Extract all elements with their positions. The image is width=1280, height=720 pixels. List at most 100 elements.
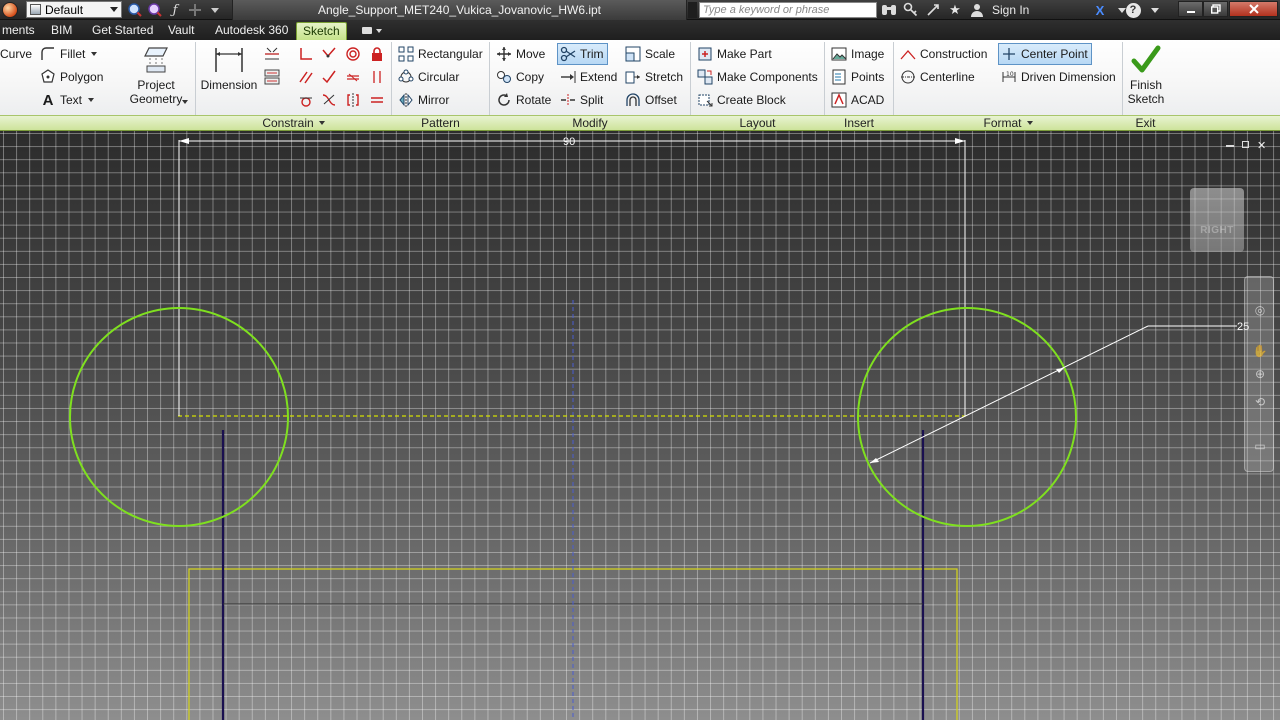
sketch-circle-right[interactable] bbox=[857, 307, 1077, 527]
restore-button[interactable] bbox=[1203, 1, 1228, 17]
tab-autodesk-360[interactable]: Autodesk 360 bbox=[209, 22, 294, 40]
insert-acad-button[interactable]: ACAD bbox=[831, 90, 884, 110]
collinear-constraint-icon[interactable] bbox=[319, 44, 339, 64]
rotate-button[interactable]: Rotate bbox=[496, 90, 551, 110]
tab-environments[interactable]: ments bbox=[0, 22, 41, 40]
subscription-key-icon[interactable] bbox=[900, 0, 922, 20]
extend-button[interactable]: Extend bbox=[560, 67, 617, 87]
appearance-style-combo[interactable]: Default bbox=[26, 1, 122, 18]
insert-points-button[interactable]: Points bbox=[831, 67, 884, 87]
steering-wheel-icon[interactable]: ◎ bbox=[1251, 301, 1269, 319]
text-button[interactable]: A Text bbox=[40, 90, 95, 110]
trim-button[interactable]: Trim bbox=[557, 43, 608, 65]
tangent-constraint-icon[interactable] bbox=[296, 90, 316, 110]
select-icon[interactable] bbox=[186, 1, 204, 19]
width-dimension-value[interactable]: 90 bbox=[563, 136, 575, 148]
tab-bim[interactable]: BIM bbox=[45, 22, 78, 40]
create-block-button[interactable]: Create Block bbox=[697, 90, 786, 110]
polygon-button[interactable]: Polygon bbox=[40, 67, 103, 87]
panel-format[interactable]: Format bbox=[894, 116, 1122, 131]
project-geometry-button[interactable]: Project Geometry bbox=[126, 44, 186, 106]
tab-sketch[interactable]: Sketch bbox=[296, 22, 347, 40]
finish-sketch-button[interactable]: Finish Sketch bbox=[1125, 44, 1167, 106]
chevron-down-icon bbox=[88, 98, 95, 102]
fillet-button[interactable]: Fillet bbox=[40, 44, 98, 64]
panel-constrain[interactable]: Constrain bbox=[196, 116, 391, 131]
image-icon bbox=[831, 46, 847, 62]
make-part-icon bbox=[697, 46, 713, 62]
diameter-dimension-leader[interactable] bbox=[869, 325, 1149, 464]
driven-dimension-icon: 10 bbox=[1001, 69, 1017, 85]
center-point-button[interactable]: Center Point bbox=[998, 43, 1092, 65]
help-icon[interactable]: ? bbox=[1122, 0, 1144, 20]
function-icon[interactable]: ƒ bbox=[166, 1, 184, 19]
help-dropdown-icon[interactable] bbox=[1144, 0, 1166, 20]
insert-image-button[interactable]: Image bbox=[831, 44, 884, 64]
checkmark-icon bbox=[1130, 44, 1162, 76]
search-input[interactable]: Type a keyword or phrase bbox=[699, 2, 877, 18]
show-constraints-icon[interactable] bbox=[262, 67, 282, 87]
graphics-window[interactable]: 90 25 ✕ RIGHT ◎ ✋ ⊕ ⟲ ▭ bbox=[0, 131, 1280, 720]
horizontal-constraint-icon[interactable] bbox=[343, 67, 363, 87]
qat-dropdown-icon[interactable] bbox=[206, 1, 224, 19]
scale-button[interactable]: Scale bbox=[625, 44, 675, 64]
perpendicular-constraint-icon[interactable] bbox=[319, 67, 339, 87]
make-part-button[interactable]: Make Part bbox=[697, 44, 772, 64]
center-point-icon bbox=[1001, 46, 1017, 62]
navigation-bar[interactable]: ◎ ✋ ⊕ ⟲ ▭ bbox=[1244, 276, 1274, 472]
viewport-minimize-icon[interactable] bbox=[1226, 145, 1234, 147]
concentric-constraint-icon[interactable] bbox=[343, 44, 363, 64]
split-button[interactable]: Split bbox=[560, 90, 603, 110]
dimension-button[interactable]: Dimension bbox=[198, 44, 260, 92]
zoom-icon[interactable] bbox=[126, 1, 144, 19]
auto-dimension-icon[interactable] bbox=[262, 44, 282, 64]
zoom-all-icon[interactable] bbox=[146, 1, 164, 19]
sign-in-link[interactable]: Sign In bbox=[992, 3, 1029, 17]
create-block-icon bbox=[697, 92, 713, 108]
stretch-button[interactable]: Stretch bbox=[625, 67, 683, 87]
minimize-button[interactable] bbox=[1178, 1, 1203, 17]
application-menu-button[interactable] bbox=[2, 1, 22, 19]
offset-button[interactable]: Offset bbox=[625, 90, 677, 110]
copy-icon bbox=[496, 69, 512, 85]
symmetric-constraint-icon[interactable] bbox=[343, 90, 363, 110]
viewport-close-icon[interactable]: ✕ bbox=[1257, 139, 1266, 152]
circular-pattern-button[interactable]: Circular bbox=[398, 67, 459, 87]
centerline-button[interactable]: Centerline bbox=[900, 67, 975, 87]
user-icon[interactable] bbox=[966, 0, 988, 20]
coincident-constraint-icon[interactable] bbox=[296, 44, 316, 64]
chevron-down-icon[interactable] bbox=[182, 100, 188, 104]
pan-hand-icon[interactable]: ✋ bbox=[1251, 342, 1269, 360]
curve-button[interactable]: Curve bbox=[0, 44, 32, 64]
favorites-star-icon[interactable]: ★ bbox=[944, 0, 966, 20]
binoculars-icon[interactable] bbox=[878, 0, 900, 20]
communication-center-icon[interactable] bbox=[922, 0, 944, 20]
style-value: Default bbox=[45, 2, 84, 17]
ribbon-display-toggle[interactable] bbox=[362, 24, 392, 37]
orbit-icon[interactable]: ⟲ bbox=[1251, 393, 1269, 411]
fix-lock-icon[interactable] bbox=[367, 44, 387, 64]
move-button[interactable]: Move bbox=[496, 44, 545, 64]
copy-button[interactable]: Copy bbox=[496, 67, 544, 87]
rectangular-pattern-button[interactable]: Rectangular bbox=[398, 44, 483, 64]
viewcube[interactable]: RIGHT bbox=[1190, 188, 1244, 252]
curve-label: Curve bbox=[0, 47, 33, 61]
sketch-geometry: 90 25 bbox=[69, 136, 1249, 720]
tab-vault[interactable]: Vault bbox=[162, 22, 200, 40]
exchange-apps-icon[interactable]: X bbox=[1089, 0, 1111, 20]
look-at-icon[interactable]: ▭ bbox=[1251, 437, 1269, 455]
mirror-label: Mirror bbox=[418, 93, 450, 107]
smooth-constraint-icon[interactable] bbox=[319, 90, 339, 110]
tab-get-started[interactable]: Get Started bbox=[86, 22, 159, 40]
close-button[interactable] bbox=[1229, 1, 1278, 17]
equal-constraint-icon[interactable] bbox=[367, 90, 387, 110]
zoom-icon[interactable]: ⊕ bbox=[1251, 365, 1269, 383]
make-components-button[interactable]: Make Components bbox=[697, 67, 818, 87]
parallel-constraint-icon[interactable] bbox=[296, 67, 316, 87]
driven-dimension-button[interactable]: 10 Driven Dimension bbox=[1001, 67, 1116, 87]
chevron-down-icon bbox=[91, 52, 98, 56]
construction-button[interactable]: Construction bbox=[900, 44, 987, 64]
vertical-constraint-icon[interactable] bbox=[367, 67, 387, 87]
mirror-button[interactable]: Mirror bbox=[398, 90, 449, 110]
viewport-restore-icon[interactable] bbox=[1242, 141, 1249, 148]
